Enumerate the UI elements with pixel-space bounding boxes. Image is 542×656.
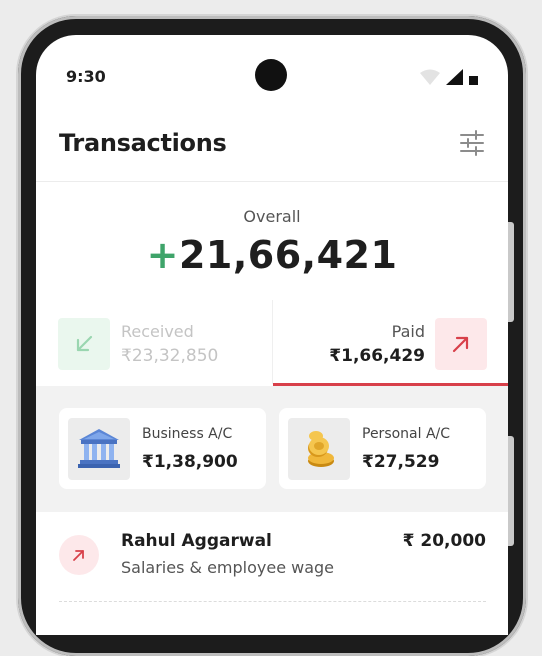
power-button <box>508 436 514 546</box>
overall-value: 21,66,421 <box>178 233 398 277</box>
tab-paid[interactable]: Paid ₹1,66,429 <box>272 300 508 386</box>
page-title: Transactions <box>59 129 227 157</box>
wifi-icon <box>420 69 440 85</box>
overall-amount: +21,66,421 <box>36 233 508 277</box>
account-value: ₹1,38,900 <box>142 452 238 472</box>
volume-button <box>508 222 514 322</box>
bank-icon <box>68 418 130 480</box>
account-card-business[interactable]: Business A/C ₹1,38,900 <box>59 408 266 489</box>
arrow-up-right-icon <box>59 535 99 575</box>
transaction-name: Rahul Aggarwal <box>121 531 272 551</box>
arrow-down-left-icon <box>58 318 110 370</box>
signal-icon <box>446 69 463 85</box>
status-icons <box>420 69 478 85</box>
account-name: Business A/C <box>142 426 233 442</box>
transaction-row[interactable]: Rahul Aggarwal Salaries & employee wage … <box>36 512 508 612</box>
battery-icon <box>469 76 478 85</box>
accounts-section: Business A/C ₹1,38,900 Personal A/C ₹27,… <box>36 386 508 512</box>
transaction-tabs: Received ₹23,32,850 Paid ₹1,66,429 <box>36 300 508 386</box>
tab-received[interactable]: Received ₹23,32,850 <box>36 300 272 384</box>
divider <box>59 601 486 602</box>
paid-label: Paid <box>391 322 425 341</box>
status-time: 9:30 <box>66 67 106 86</box>
coins-icon <box>288 418 350 480</box>
overall-sign: + <box>146 233 179 277</box>
account-value: ₹27,529 <box>362 452 440 472</box>
transaction-amount: ₹ 20,000 <box>402 531 486 551</box>
app-screen: 9:30 Transactions Overall +21,66,421 Rec… <box>36 35 508 635</box>
header: Transactions <box>36 115 508 182</box>
account-card-personal[interactable]: Personal A/C ₹27,529 <box>279 408 486 489</box>
overall-label: Overall <box>243 207 301 226</box>
received-value: ₹23,32,850 <box>121 346 219 366</box>
camera-cutout <box>255 59 287 91</box>
paid-value: ₹1,66,429 <box>329 346 425 366</box>
status-bar: 9:30 <box>36 35 508 95</box>
received-label: Received <box>121 322 194 341</box>
arrow-up-right-icon <box>435 318 487 370</box>
sliders-icon[interactable] <box>458 129 486 157</box>
account-name: Personal A/C <box>362 426 451 442</box>
transaction-description: Salaries & employee wage <box>121 558 335 577</box>
